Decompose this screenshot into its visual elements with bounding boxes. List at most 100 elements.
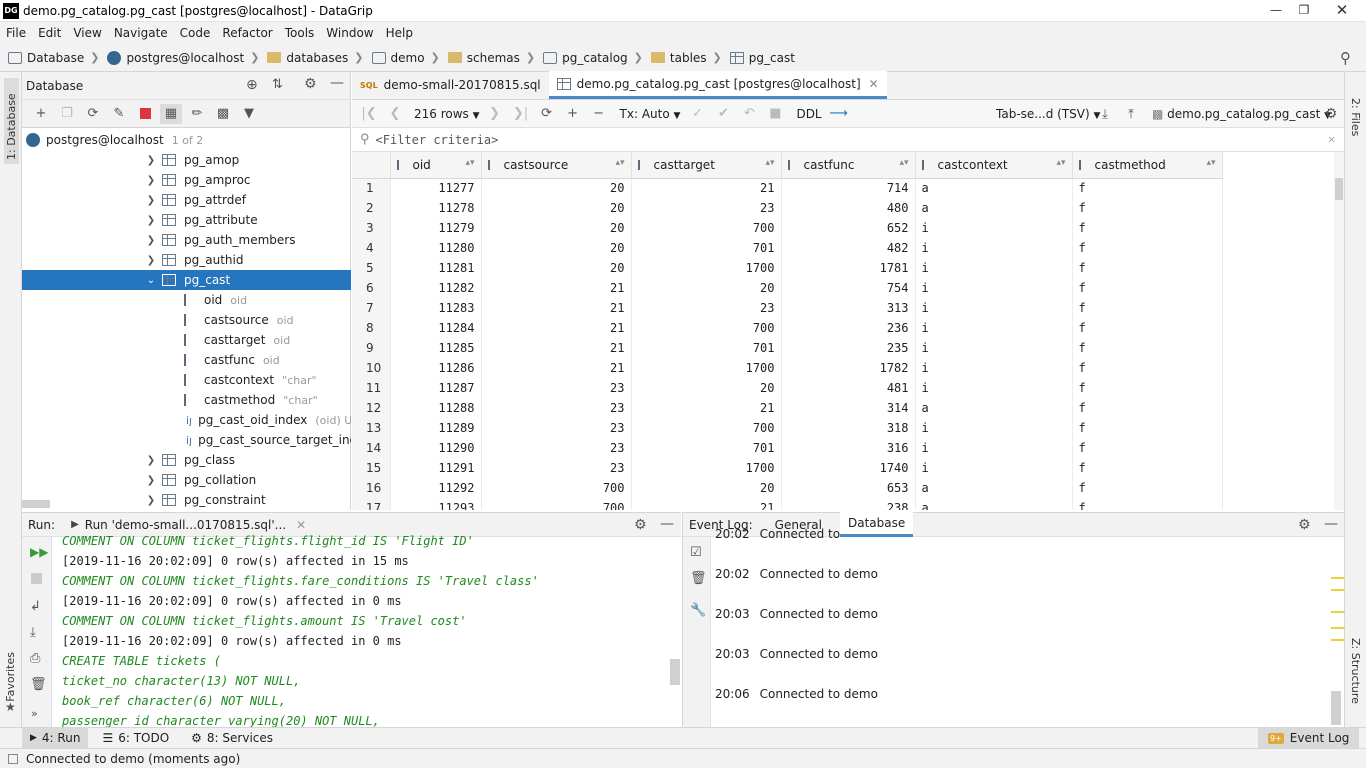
column-header[interactable]: oid ▴▾: [390, 152, 482, 179]
copy-icon[interactable]: ❐: [56, 104, 78, 124]
table-cell[interactable]: 714: [781, 178, 916, 198]
table-cell[interactable]: 481: [781, 378, 916, 398]
column-header[interactable]: casttarget ▴▾: [631, 152, 782, 179]
table-cell[interactable]: 23: [481, 438, 632, 458]
column-header[interactable]: castmethod ▴▾: [1072, 152, 1223, 179]
table-row[interactable]: 16 11292 700 20 653 a f: [352, 478, 1223, 498]
table-cell[interactable]: i: [915, 298, 1073, 318]
table-cell[interactable]: 20: [481, 258, 632, 278]
filter-input[interactable]: <Filter criteria>: [376, 133, 499, 147]
table-cell[interactable]: a: [915, 198, 1073, 218]
table-cell[interactable]: f: [1072, 198, 1223, 218]
run-tool-button[interactable]: ▶ 4: Run: [22, 728, 89, 748]
tree-table-pg-cast[interactable]: ⌄ pg_cast: [22, 270, 351, 290]
table-row[interactable]: 14 11290 23 701 316 i f: [352, 438, 1223, 458]
table-cell[interactable]: 23: [481, 378, 632, 398]
table-cell[interactable]: i: [915, 418, 1073, 438]
crumb-host[interactable]: postgres@localhost ❯: [107, 50, 265, 65]
chevron-right-icon[interactable]: ❯: [146, 495, 156, 506]
table-cell[interactable]: a: [915, 478, 1073, 498]
table-cell[interactable]: 482: [781, 238, 916, 258]
table-cell[interactable]: 236: [781, 318, 916, 338]
table-cell[interactable]: 700: [631, 218, 782, 238]
menu-tools[interactable]: Tools: [279, 26, 321, 40]
tree-column-item[interactable]: castsource oid: [22, 310, 351, 330]
table-cell[interactable]: f: [1072, 298, 1223, 318]
table-cell[interactable]: f: [1072, 318, 1223, 338]
tree-index-item[interactable]: iȷ pg_cast_oid_index (oid) UN: [22, 410, 351, 430]
table-cell[interactable]: 11293: [390, 498, 482, 510]
table-row[interactable]: 3 11279 20 700 652 i f: [352, 218, 1223, 238]
submit-icon[interactable]: ✔: [712, 104, 734, 124]
table-cell[interactable]: 700: [631, 418, 782, 438]
table-cell[interactable]: 11285: [390, 338, 482, 358]
stop-icon[interactable]: [31, 573, 42, 584]
tab-sql-file[interactable]: SQL demo-small-20170815.sql: [352, 71, 549, 99]
status-icon[interactable]: [8, 753, 18, 764]
table-cell[interactable]: i: [915, 258, 1073, 278]
table-cell[interactable]: f: [1072, 178, 1223, 198]
tree-column-item[interactable]: castcontext "char": [22, 370, 351, 390]
trash-icon[interactable]: 🗑: [690, 571, 707, 586]
table-cell[interactable]: i: [915, 218, 1073, 238]
tree-column-item[interactable]: castmethod "char": [22, 390, 351, 410]
wrap-icon[interactable]: ↲: [30, 599, 41, 614]
chevron-right-icon[interactable]: ❯: [146, 175, 156, 186]
format-select[interactable]: Tab-se...d (TSV) ▼: [996, 107, 1100, 121]
table-cell[interactable]: 20: [481, 238, 632, 258]
table-cell[interactable]: i: [915, 458, 1073, 478]
table-cell[interactable]: i: [915, 238, 1073, 258]
table-cell[interactable]: 1700: [631, 358, 782, 378]
table-cell[interactable]: f: [1072, 498, 1223, 510]
close-tab-icon[interactable]: ✕: [869, 77, 879, 91]
table-row[interactable]: 11 11287 23 20 481 i f: [352, 378, 1223, 398]
table-cell[interactable]: 238: [781, 498, 916, 510]
table-cell[interactable]: a: [915, 178, 1073, 198]
table-cell[interactable]: 21: [481, 338, 632, 358]
event-text[interactable]: Connected to demo: [760, 607, 878, 621]
crumb-database[interactable]: Database ❯: [8, 51, 105, 65]
target-select[interactable]: ▩ demo.pg_catalog.pg_cast ▼: [1152, 107, 1331, 121]
todo-tool-button[interactable]: ☰ 6: TODO: [102, 731, 169, 745]
table-cell[interactable]: 235: [781, 338, 916, 358]
table-cell[interactable]: 313: [781, 298, 916, 318]
crumb-schemas[interactable]: schemas ❯: [447, 51, 541, 65]
table-cell[interactable]: i: [915, 318, 1073, 338]
table-cell[interactable]: 700: [481, 498, 632, 510]
table-cell[interactable]: 653: [781, 478, 916, 498]
menu-view[interactable]: View: [67, 26, 107, 40]
gear-icon[interactable]: ⚙: [634, 517, 647, 533]
table-cell[interactable]: i: [915, 378, 1073, 398]
table-cell[interactable]: 701: [631, 238, 782, 258]
tree-column-item[interactable]: casttarget oid: [22, 330, 351, 350]
table-cell[interactable]: 23: [481, 418, 632, 438]
chevron-right-icon[interactable]: ❯: [146, 475, 156, 486]
sort-icon[interactable]: ▴▾: [899, 158, 908, 168]
table-cell[interactable]: 652: [781, 218, 916, 238]
table-cell[interactable]: f: [1072, 338, 1223, 358]
star-icon[interactable]: ★: [5, 700, 16, 714]
column-header[interactable]: castsource ▴▾: [481, 152, 632, 179]
table-cell[interactable]: 21: [481, 278, 632, 298]
last-page-icon[interactable]: ❯|: [510, 104, 532, 124]
table-cell[interactable]: f: [1072, 458, 1223, 478]
services-tool-button[interactable]: ⚙ 8: Services: [191, 731, 273, 745]
hide-panel-icon[interactable]: —: [660, 516, 674, 532]
table-cell[interactable]: 11284: [390, 318, 482, 338]
files-tool-tab[interactable]: 2: Files: [1349, 98, 1362, 136]
close-window-button[interactable]: ✕: [1322, 0, 1362, 20]
table-cell[interactable]: 314: [781, 398, 916, 418]
table-cell[interactable]: 1700: [631, 458, 782, 478]
trash-icon[interactable]: 🗑: [30, 677, 47, 692]
table-cell[interactable]: f: [1072, 418, 1223, 438]
table-cell[interactable]: 11282: [390, 278, 482, 298]
table-cell[interactable]: 23: [631, 298, 782, 318]
tab-database[interactable]: Database: [839, 512, 914, 537]
table-cell[interactable]: 318: [781, 418, 916, 438]
table-cell[interactable]: f: [1072, 218, 1223, 238]
structure-tool-tab[interactable]: Z: Structure: [1349, 638, 1362, 704]
event-text[interactable]: Connected to demo: [760, 687, 878, 701]
filter-bar[interactable]: ⚲ <Filter criteria> ✕: [352, 128, 1344, 152]
scroll-end-icon[interactable]: ⤓: [30, 625, 36, 640]
tree-table-item[interactable]: ❯ pg_attribute: [22, 210, 351, 230]
